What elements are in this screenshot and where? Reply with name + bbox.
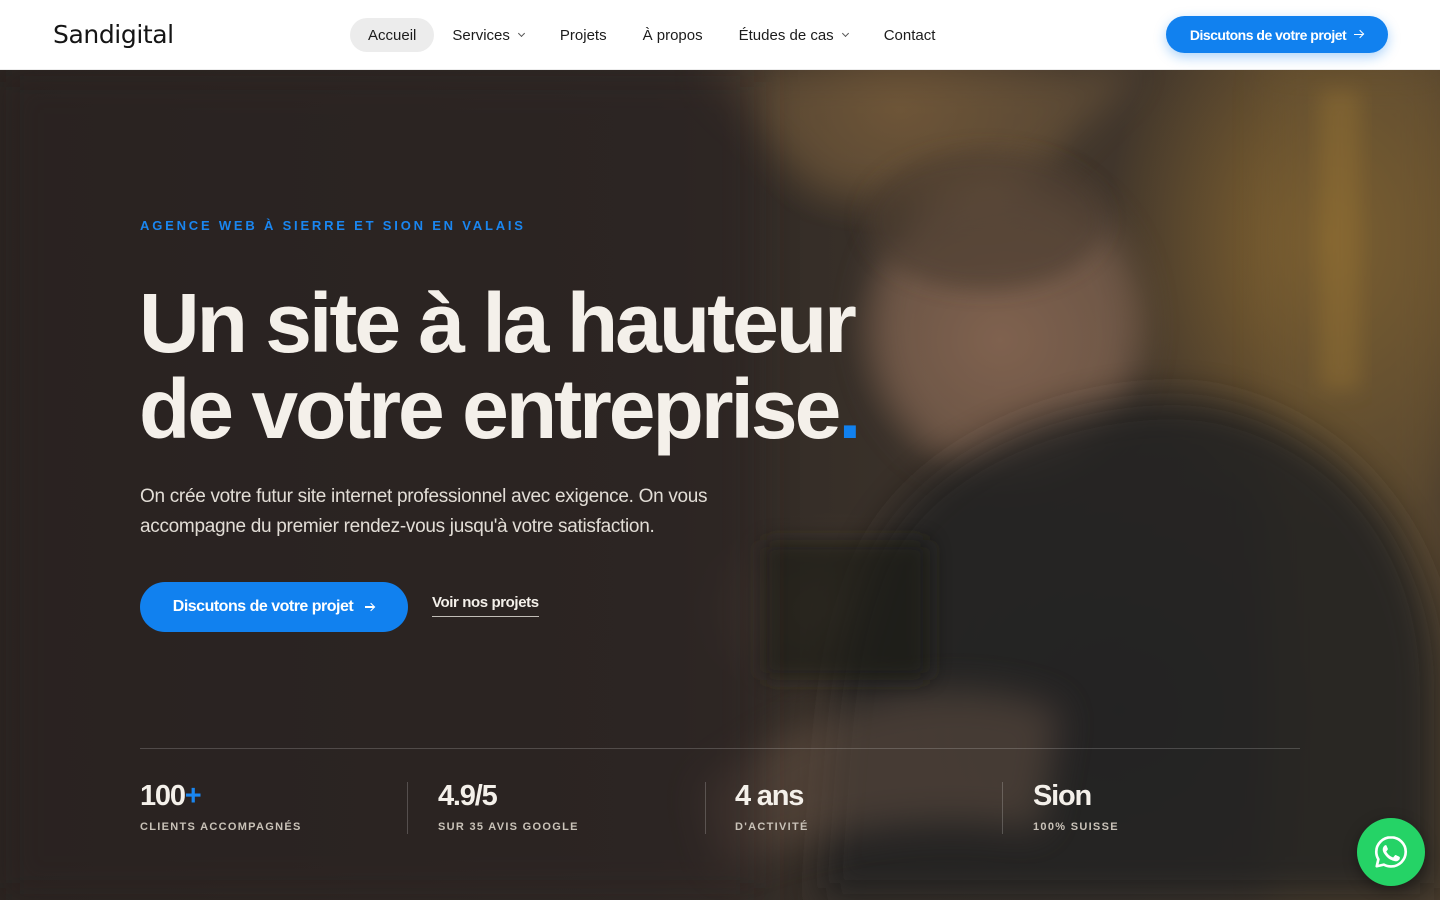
- hero-cta-label: Discutons de votre projet: [172, 598, 354, 615]
- stat-years: 4 ans D'ACTIVITÉ: [735, 778, 809, 833]
- hero-subtext: On crée votre futur site internet profes…: [140, 486, 708, 537]
- headline-dot: .: [838, 362, 861, 456]
- whatsapp-button[interactable]: [1357, 818, 1425, 886]
- main-nav: Accueil Services Projets À propos Études…: [350, 18, 953, 52]
- site-header: Sandigital Accueil Services Projets À pr…: [0, 0, 1440, 70]
- stat-plus: +: [184, 780, 202, 812]
- hero-headline: Un site à la hauteur de votre entreprise…: [139, 280, 862, 452]
- stat-label: 100% SUISSE: [1033, 821, 1119, 833]
- chevron-down-icon: [517, 29, 525, 37]
- whatsapp-icon: [1374, 835, 1408, 868]
- nav-item-label: Projets: [559, 26, 607, 44]
- stat-separator: [407, 782, 408, 834]
- stat-value: 100+: [140, 778, 302, 814]
- stat-value: 4 ans: [735, 780, 804, 812]
- stat-label: SUR 35 AVIS GOOGLE: [438, 821, 579, 833]
- chevron-down-icon: [841, 29, 849, 37]
- stat-value: Sion: [1033, 780, 1092, 812]
- headline-line-1: Un site à la hauteur: [139, 276, 857, 370]
- hero-section: AGENCE WEB À SIERRE ET SION EN VALAIS Un…: [0, 70, 1440, 900]
- hero-cta-button[interactable]: Discutons de votre projet: [140, 582, 408, 632]
- stat-location: Sion 100% SUISSE: [1033, 778, 1119, 833]
- nav-item-projets[interactable]: Projets: [542, 18, 625, 52]
- stat-label: D'ACTIVITÉ: [735, 821, 809, 833]
- nav-item-accueil[interactable]: Accueil: [350, 18, 435, 52]
- stat-value: 4.9/5: [438, 780, 498, 812]
- nav-item-contact[interactable]: Contact: [866, 18, 954, 52]
- view-projects-link[interactable]: Voir nos projets: [432, 594, 539, 617]
- nav-item-services[interactable]: Services: [434, 18, 542, 52]
- header-cta-button[interactable]: Discutons de votre projet: [1166, 16, 1388, 53]
- header-cta-label: Discutons de votre projet: [1189, 26, 1347, 43]
- stat-label: CLIENTS ACCOMPAGNÉS: [140, 821, 302, 833]
- stat-separator: [705, 782, 706, 834]
- stat-google-rating: 4.9/5 SUR 35 AVIS GOOGLE: [438, 778, 579, 833]
- stat-separator: [1002, 782, 1003, 834]
- nav-item-a-propos[interactable]: À propos: [625, 18, 721, 52]
- nav-item-label: À propos: [642, 26, 703, 44]
- hero-eyebrow: AGENCE WEB À SIERRE ET SION EN VALAIS: [140, 218, 526, 233]
- nav-item-label: Services: [452, 26, 510, 44]
- nav-item-label: Accueil: [368, 26, 417, 44]
- stats-divider: [140, 748, 1300, 749]
- headline-line-2: de votre entreprise: [139, 362, 841, 456]
- logo[interactable]: Sandigital: [53, 20, 174, 50]
- arrow-right-icon: [1354, 30, 1364, 40]
- arrow-right-icon: [365, 602, 375, 612]
- stat-number: 100: [140, 780, 186, 812]
- stat-clients: 100+ CLIENTS ACCOMPAGNÉS: [140, 778, 302, 833]
- nav-item-etudes-de-cas[interactable]: Études de cas: [721, 18, 866, 52]
- nav-item-label: Études de cas: [738, 26, 834, 44]
- nav-item-label: Contact: [883, 26, 936, 44]
